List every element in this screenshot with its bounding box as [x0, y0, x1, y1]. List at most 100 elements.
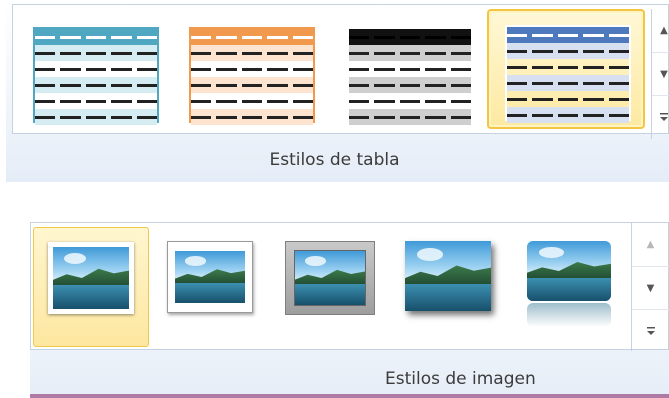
cell-line: [241, 51, 263, 55]
cell-line: [506, 65, 528, 69]
cell-line: [34, 115, 56, 119]
picture-style-metal-frame[interactable]: [273, 227, 389, 347]
cell-line: [557, 97, 579, 101]
cell-line: [608, 113, 630, 117]
table-style-preview: [505, 25, 631, 123]
cell-line: [267, 99, 288, 103]
table-body-row: [190, 77, 314, 93]
more-icon[interactable]: [652, 95, 669, 138]
cell-line: [425, 115, 446, 119]
cell-line: [85, 35, 107, 39]
landscape-image: [175, 251, 245, 303]
table-style-preview: [189, 27, 315, 125]
table-body-row: [348, 61, 472, 77]
cell-line: [374, 35, 395, 39]
table-body-row: [506, 43, 630, 59]
cell-line: [34, 51, 56, 55]
cell-line: [190, 67, 212, 71]
cell-line: [425, 67, 446, 71]
table-style-preview: [347, 27, 473, 125]
table-style-1[interactable]: [19, 9, 169, 129]
cell-line: [292, 99, 314, 103]
table-body-row: [190, 109, 314, 125]
cell-line: [241, 35, 263, 39]
picture-style-simple-white-frame[interactable]: [33, 227, 149, 347]
cell-line: [85, 99, 107, 103]
table-style-preview: [33, 27, 159, 125]
cell-line: [85, 115, 107, 119]
cell-line: [532, 97, 553, 101]
cell-line: [111, 35, 132, 39]
table-style-3[interactable]: [333, 9, 483, 129]
cell-line: [532, 113, 553, 117]
table-body-row: [506, 59, 630, 75]
scroll-down-icon[interactable]: ▼: [632, 266, 669, 309]
cell-line: [374, 99, 395, 103]
cell-line: [583, 65, 604, 69]
scroll-down-icon[interactable]: ▼: [652, 52, 669, 95]
cell-line: [348, 115, 370, 119]
cell-line: [348, 35, 370, 39]
cell-line: [241, 115, 263, 119]
cell-line: [216, 35, 237, 39]
cell-line: [267, 35, 288, 39]
picture-style-drop-shadow-rectangle[interactable]: [393, 227, 509, 347]
cell-line: [532, 65, 553, 69]
cell-line: [374, 67, 395, 71]
cell-line: [608, 65, 630, 69]
table-styles-label: Estilos de tabla: [269, 150, 400, 170]
picture-thumbnail: [527, 241, 611, 327]
scroll-up-icon[interactable]: ▲: [652, 9, 669, 52]
cell-line: [267, 67, 288, 71]
cell-line: [532, 33, 553, 37]
more-icon[interactable]: [632, 309, 669, 352]
cell-line: [85, 67, 107, 71]
table-body-row: [348, 109, 472, 125]
cell-line: [532, 81, 553, 85]
cell-line: [190, 51, 212, 55]
table-header-row: [190, 29, 314, 45]
cell-line: [583, 49, 604, 53]
cell-line: [557, 33, 579, 37]
scroll-up-icon[interactable]: ▲: [632, 223, 669, 266]
cell-line: [425, 83, 446, 87]
cell-line: [399, 67, 421, 71]
table-body-row: [348, 77, 472, 93]
cell-line: [111, 51, 132, 55]
cell-line: [34, 99, 56, 103]
table-body-row: [34, 109, 158, 125]
cell-line: [111, 67, 132, 71]
cell-line: [60, 67, 81, 71]
cell-line: [241, 83, 263, 87]
table-style-2[interactable]: [175, 9, 325, 129]
landscape-image: [527, 241, 611, 301]
picture-style-shadow-frame[interactable]: [153, 227, 269, 347]
cell-line: [267, 83, 288, 87]
cell-line: [506, 97, 528, 101]
cell-line: [399, 35, 421, 39]
cell-line: [348, 99, 370, 103]
cell-line: [216, 99, 237, 103]
table-header-row: [506, 27, 630, 43]
cell-line: [450, 115, 472, 119]
table-body-row: [348, 93, 472, 109]
picture-thumbnail: [167, 241, 253, 313]
cell-line: [608, 97, 630, 101]
cell-line: [267, 51, 288, 55]
cell-line: [348, 51, 370, 55]
cell-line: [60, 99, 81, 103]
picture-styles-gallery: ▲ ▼: [30, 222, 669, 352]
cell-line: [136, 35, 158, 39]
cell-line: [450, 83, 472, 87]
cell-line: [399, 115, 421, 119]
table-body-row: [190, 93, 314, 109]
cell-line: [267, 115, 288, 119]
table-style-4-selected[interactable]: [487, 9, 645, 129]
table-body-row: [348, 45, 472, 61]
cell-line: [190, 99, 212, 103]
cell-line: [292, 115, 314, 119]
picture-style-reflected-rounded-rectangle[interactable]: [513, 227, 629, 347]
cell-line: [216, 51, 237, 55]
table-body-row: [506, 107, 630, 123]
cell-line: [532, 49, 553, 53]
